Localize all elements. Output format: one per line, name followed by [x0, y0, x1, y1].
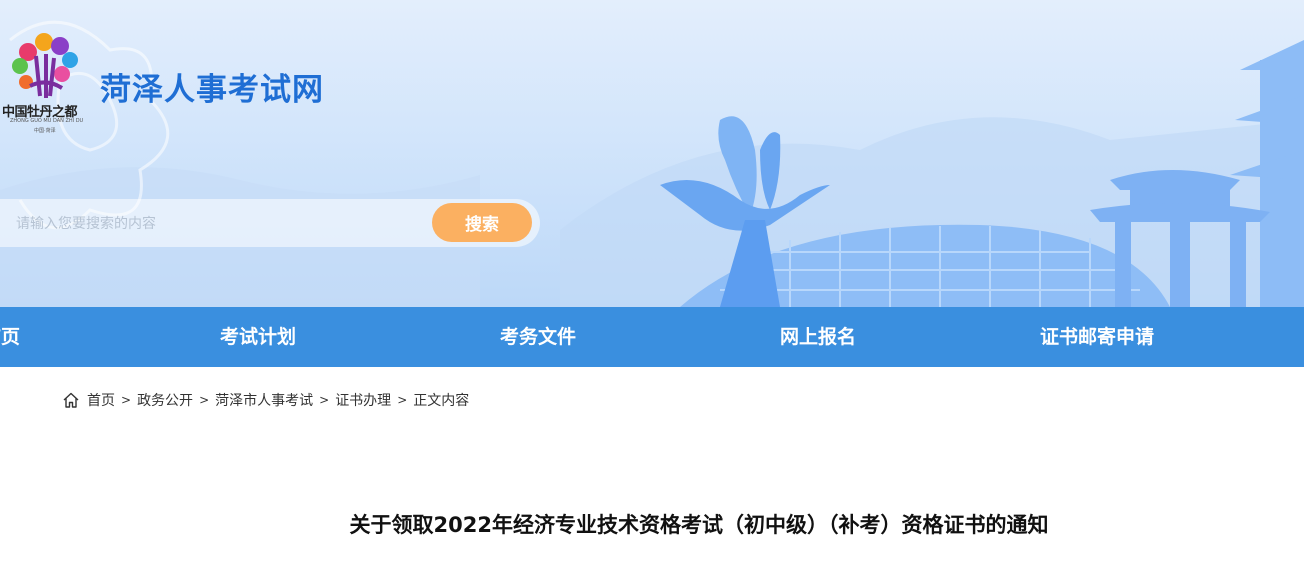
- nav-item-exam-documents[interactable]: 考务文件: [500, 307, 576, 367]
- breadcrumb-separator: >: [319, 393, 330, 407]
- breadcrumb-separator: >: [121, 393, 132, 407]
- nav-item-online-registration[interactable]: 网上报名: [780, 307, 856, 367]
- breadcrumb: 首页 > 政务公开 > 菏泽市人事考试 > 证书办理 > 正文内容: [62, 389, 469, 411]
- site-title[interactable]: 菏泽人事考试网: [100, 64, 324, 109]
- nav-item-certificate-mailing[interactable]: 证书邮寄申请: [1040, 307, 1154, 367]
- search-button[interactable]: 搜索: [432, 203, 532, 242]
- article-title: 关于领取2022年经济专业技术资格考试（初中级）（补考）资格证书的通知: [349, 513, 1049, 537]
- breadcrumb-current: 正文内容: [413, 393, 470, 409]
- breadcrumb-home[interactable]: 首页: [87, 390, 115, 410]
- home-icon[interactable]: [62, 391, 80, 409]
- breadcrumb-separator: >: [199, 393, 210, 407]
- header-banner: 中国牡丹之都 ZHONG GUO MU DAN ZHI DU 中国·菏泽 菏泽人…: [0, 0, 1304, 307]
- nav-item-exam-plan[interactable]: 考试计划: [220, 307, 296, 367]
- logo-pinyin: ZHONG GUO MU DAN ZHI DU: [10, 118, 84, 124]
- breadcrumb-heze-exam[interactable]: 菏泽市人事考试: [215, 390, 313, 410]
- breadcrumb-separator: >: [397, 393, 408, 407]
- breadcrumb-certificates[interactable]: 证书办理: [335, 390, 391, 410]
- city-skyline-illustration: [0, 20, 1304, 307]
- logo-subtext: 中国·菏泽: [34, 128, 56, 134]
- search-input[interactable]: [16, 211, 416, 235]
- breadcrumb-gov-affairs[interactable]: 政务公开: [137, 390, 193, 410]
- nav-item-home[interactable]: 首页: [0, 307, 20, 367]
- main-nav: 首页 考试计划 考务文件 网上报名 证书邮寄申请: [0, 307, 1304, 367]
